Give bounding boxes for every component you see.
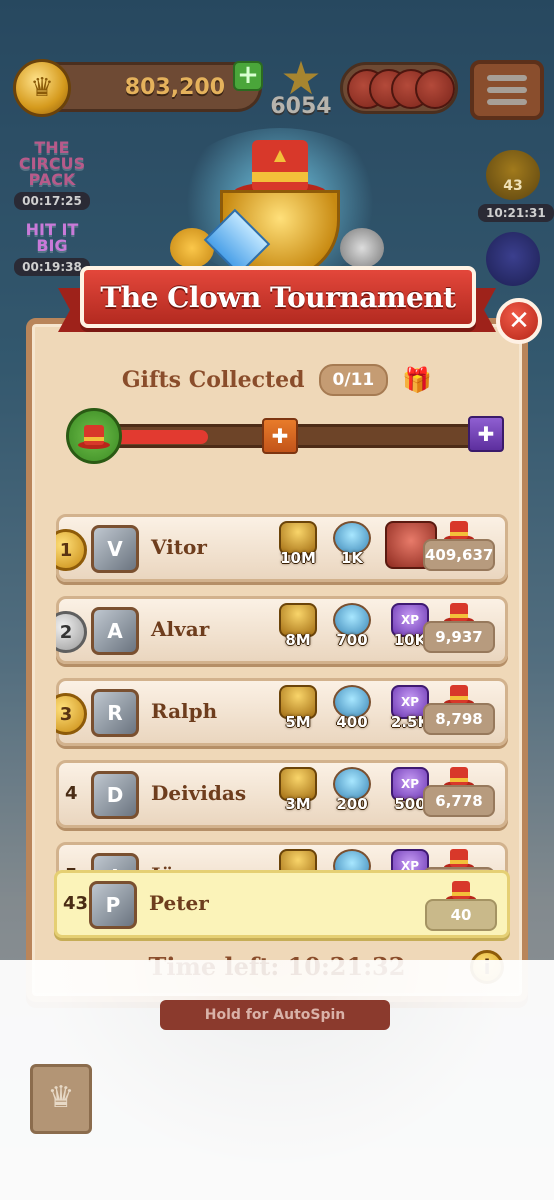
score-box: 6,778 [423,785,495,817]
gift-box-icon[interactable]: ✚ [262,418,298,454]
top-hud: ♛ 803,200 + ★ 6054 [0,0,554,130]
reward-spins: 200 [327,767,377,827]
stars-value: 6054 [270,94,332,119]
coin-pile-icon [170,228,214,268]
tournament-shortcut[interactable]: 43 10:21:31 [478,150,554,222]
rabbit-event-shortcut[interactable] [478,232,548,286]
reward-label: 200 [336,795,368,813]
cards-button[interactable]: ♛ [30,1064,92,1134]
crown-icon: ♛ [47,1080,75,1115]
score-box: 40 [425,899,497,931]
gifts-label: Gifts Collected [121,367,305,393]
offer-title: HIT IT BIG [25,220,79,255]
table-row[interactable]: 2 A Alvar 8M 700 XP 10K 9,937 [56,596,508,664]
gifts-collected-row: Gifts Collected 0/11 🎁 [32,364,522,396]
shields-indicator[interactable] [340,62,458,114]
reward-spins: 700 [327,603,377,663]
avatar: V [91,525,139,573]
reward-spins: 1K [327,521,377,581]
title-banner: The Clown Tournament [80,266,476,328]
coin-icon: ♛ [13,59,71,117]
trophy-icon: 43 [486,150,540,200]
table-row[interactable]: 4 D Deividas 3M 200 XP 500 6,778 [56,760,508,828]
reward-label: 700 [336,631,368,649]
autospin-hint: Hold for AutoSpin [160,1000,390,1030]
gifts-count: 0/11 [318,364,389,396]
reward-label: 1K [340,549,364,567]
player-name: Peter [149,891,209,915]
offer-timer: 00:17:25 [14,192,90,210]
score-box: 8,798 [423,703,495,735]
clown-hat-icon [66,408,122,464]
shield-icon [415,69,455,109]
coin-balance[interactable]: ♛ 803,200 + [13,59,263,117]
circus-pack-offer[interactable]: THE CIRCUS PACK 00:17:25 [12,140,92,210]
rabbit-hat-icon [486,232,540,286]
tournament-panel: Gifts Collected 0/11 🎁 ✚ ✚ 1 V Vitor 10M 1… [26,318,528,1002]
offer-timer: 00:19:38 [14,258,90,276]
buy-coins-button[interactable]: + [233,61,263,91]
reward-label: 8M [285,631,311,649]
player-name: Deividas [151,781,247,805]
rank-number: 1 [59,539,73,561]
score-box: 409,637 [423,539,495,571]
close-icon: ✕ [508,306,530,336]
avatar: A [91,607,139,655]
close-button[interactable]: ✕ [496,298,542,344]
reward-coins: 5M [273,685,323,745]
reward-coins: 10M [273,521,323,581]
avatar: P [89,881,137,929]
avatar: D [91,771,139,819]
score-box: 9,937 [423,621,495,653]
table-row[interactable]: 1 V Vitor 10M 1K 409,637 [56,514,508,582]
rank-number: 43 [63,893,89,914]
silver-ball-icon [340,228,384,268]
tournament-rank: 43 [503,178,523,194]
menu-icon [487,75,527,81]
tournament-timer: 10:21:31 [478,204,554,222]
player-name: Ralph [151,699,218,723]
gift-icon: 🎁 [402,366,433,394]
hit-it-big-offer[interactable]: HIT IT BIG 00:19:38 [12,222,92,276]
leaderboard[interactable]: 1 V Vitor 10M 1K 409,637 2 A Alvar 8M 700 XP … [56,510,508,882]
rank-number: 3 [59,703,73,725]
reward-spins: 400 [327,685,377,745]
reward-label: 10M [280,549,316,567]
reward-coins: 3M [273,767,323,827]
coin-value: 803,200 [124,75,225,100]
player-name: Alvar [151,617,210,641]
tournament-trophy-art [140,128,420,288]
reward-label: 3M [285,795,311,813]
reward-coins: 8M [273,603,323,663]
page-title: The Clown Tournament [100,280,456,314]
offer-title: THE CIRCUS PACK [18,138,86,189]
player-name: Vitor [151,535,207,559]
table-row[interactable]: 3 R Ralph 5M 400 XP 2.5K 8,798 [56,678,508,746]
avatar: R [91,689,139,737]
stars-counter[interactable]: ★ 6054 [266,55,336,122]
reward-label: 400 [336,713,368,731]
current-player-row[interactable]: 43 P Peter 40 [54,870,510,938]
menu-button[interactable] [470,60,544,120]
grand-gift-icon[interactable]: ✚ [468,416,504,452]
rank-medal-icon: 2 [56,611,87,653]
rank-number: 2 [59,621,73,643]
rank-medal-icon: 3 [56,693,87,735]
gift-progress: ✚ ✚ [66,408,506,464]
rank-number: 4 [65,783,78,804]
rank-medal-icon: 1 [56,529,87,571]
reward-label: 5M [285,713,311,731]
